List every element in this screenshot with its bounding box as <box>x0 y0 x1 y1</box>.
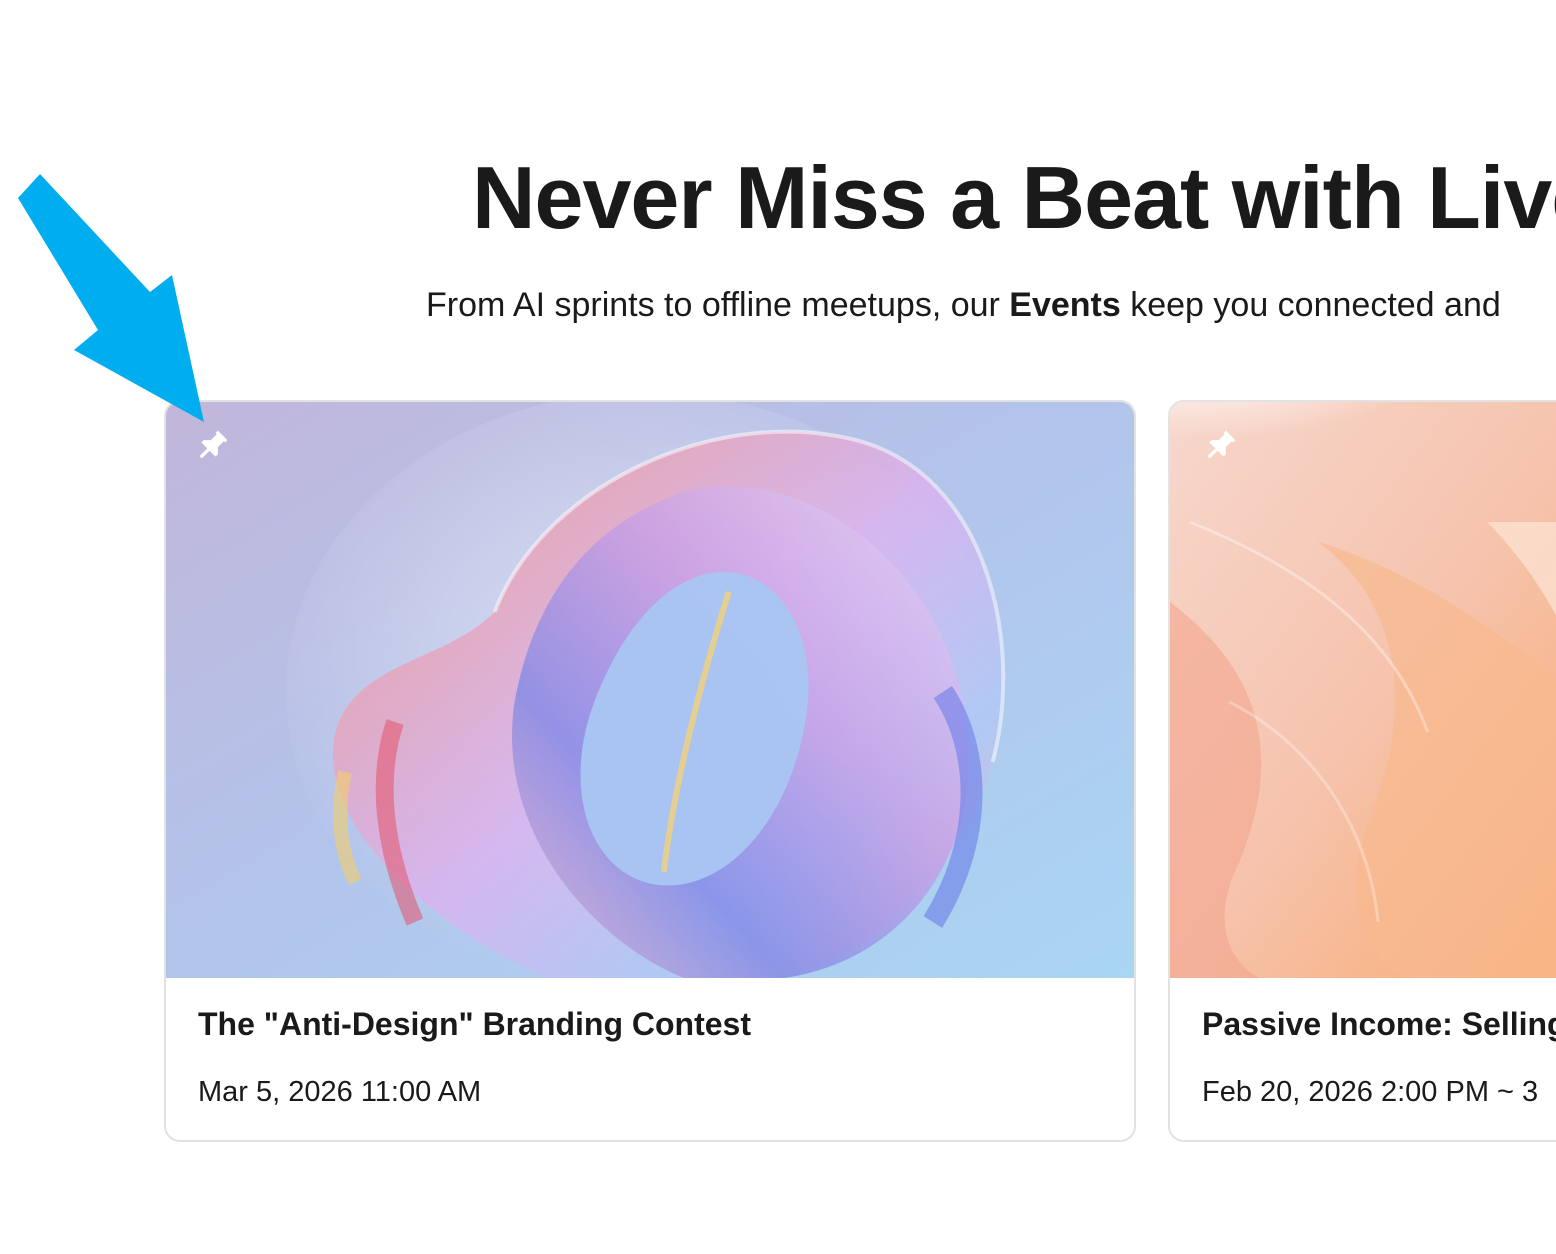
event-cover-image <box>166 402 1134 978</box>
event-card[interactable]: The "Anti-Design" Branding Contest Mar 5… <box>164 400 1136 1142</box>
event-title[interactable]: The "Anti-Design" Branding Contest <box>198 1002 751 1046</box>
subtitle-text-end: keep you connected and <box>1120 286 1501 324</box>
subtitle-emphasis: Events <box>1009 286 1121 324</box>
event-date: Feb 20, 2026 2:00 PM ~ 3 <box>1202 1076 1539 1108</box>
pin-icon[interactable] <box>192 426 232 466</box>
abstract-ring-artwork <box>166 402 1134 978</box>
pin-icon[interactable] <box>1200 426 1240 466</box>
page-title: Never Miss a Beat with Live <box>472 148 1556 247</box>
event-date: Mar 5, 2026 11:00 AM <box>198 1076 482 1108</box>
page-subtitle: From AI sprints to offline meetups, our … <box>426 284 1501 326</box>
abstract-silk-artwork <box>1170 402 1556 978</box>
subtitle-text: From AI sprints to offline meetups, our <box>426 286 1010 324</box>
events-page: Never Miss a Beat with Live From AI spri… <box>0 0 1556 1254</box>
event-cover-image <box>1170 402 1556 978</box>
event-title[interactable]: Passive Income: Selling <box>1202 1002 1556 1046</box>
event-card[interactable]: Passive Income: Selling Feb 20, 2026 2:0… <box>1168 400 1556 1142</box>
